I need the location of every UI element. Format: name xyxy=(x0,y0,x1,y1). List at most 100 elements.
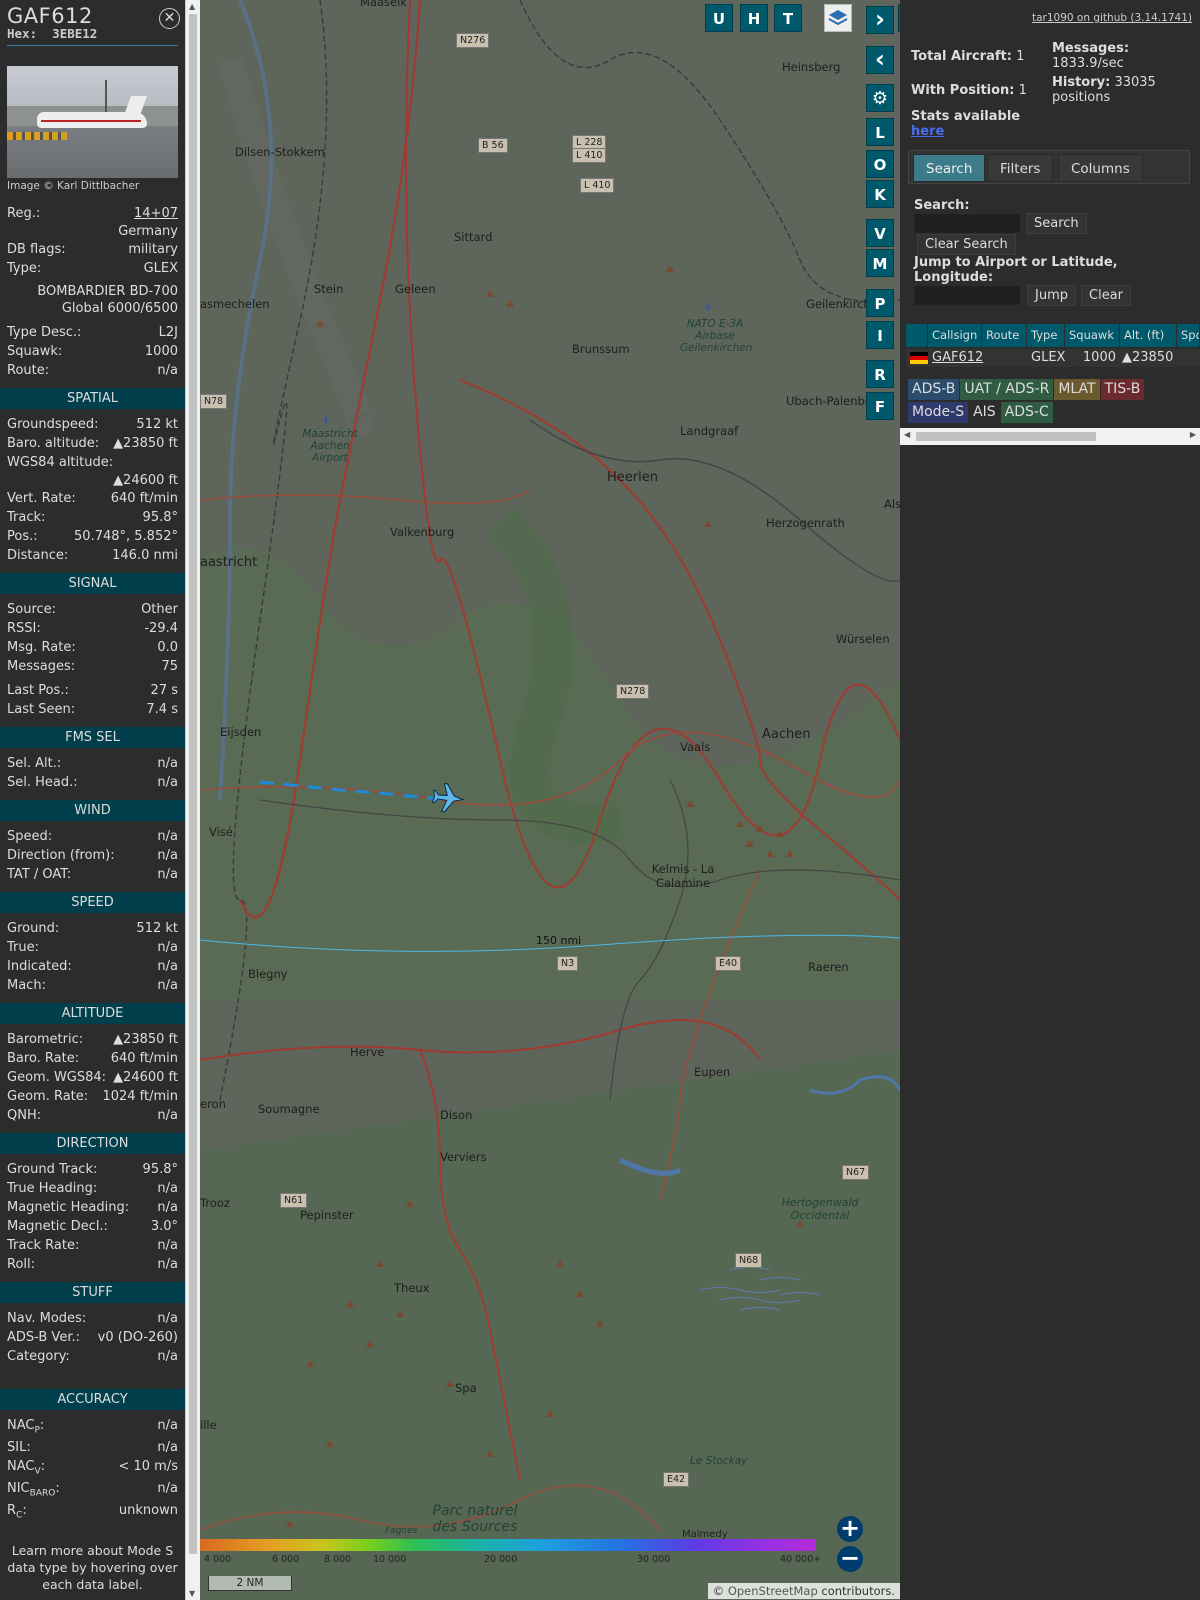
nacp-label: NACP: xyxy=(7,1418,45,1436)
place-eron: eron xyxy=(200,1097,226,1111)
map-button-i[interactable]: I xyxy=(866,321,894,349)
row-route xyxy=(982,349,1027,367)
github-link[interactable]: tar1090 on github (3.14.1741) xyxy=(1032,12,1192,24)
header-divider xyxy=(7,45,178,46)
row-squawk: 1000 xyxy=(1082,350,1116,365)
groundspeed-label: Groundspeed: xyxy=(7,417,99,432)
source-value: Other xyxy=(141,602,178,617)
row-type: GLEX xyxy=(1031,350,1066,365)
nav-modes-row: Nav. Modes: n/a xyxy=(0,1309,185,1328)
place-geleen: Geleen xyxy=(395,282,436,296)
column-squawk[interactable]: Squawk xyxy=(1065,324,1120,347)
column-flag[interactable] xyxy=(906,324,928,347)
legend-adsc: ADS-C xyxy=(1000,402,1053,423)
place-raeren: Raeren xyxy=(808,960,849,974)
rc-value: unknown xyxy=(118,1503,178,1518)
ground-track-row: Ground Track: 95.8° xyxy=(0,1160,185,1179)
place-hertogenwald: Hertogenwald Occidental xyxy=(781,1196,859,1222)
map-view[interactable]: ✈ ✈ Maaseik Heinsberg Dilsen-Stokkem Sit… xyxy=(200,0,900,1600)
place-vise: Visé xyxy=(209,825,233,839)
country: Germany xyxy=(118,224,178,239)
column-speed[interactable]: Spd xyxy=(1177,324,1200,347)
place-als: Als xyxy=(884,497,900,511)
legend-uat-adsr: UAT / ADS-R xyxy=(960,379,1054,400)
column-route[interactable]: Route xyxy=(982,324,1027,347)
road-badge: N61 xyxy=(280,1193,308,1208)
chevron-left-icon[interactable]: ‹ xyxy=(866,46,894,74)
road-badge: B 56 xyxy=(478,138,508,153)
reg-link[interactable]: 14+07 xyxy=(134,204,178,223)
true-speed-label: True: xyxy=(7,940,39,955)
map-button-r[interactable]: R xyxy=(866,360,894,388)
position-label: Pos.: xyxy=(7,529,38,544)
tab-filters[interactable]: Filters xyxy=(987,154,1054,182)
sidebar-scroll-thumb[interactable] xyxy=(189,14,197,1554)
clear-button[interactable]: Clear xyxy=(1081,285,1131,306)
road-badge: N276 xyxy=(456,33,490,48)
aircraft-photo[interactable] xyxy=(7,66,178,178)
legend-ais: AIS xyxy=(969,402,1000,423)
messages-row: Messages: 75 xyxy=(0,657,185,676)
jump-input[interactable] xyxy=(914,286,1020,305)
place-vaals: Vaals xyxy=(680,740,711,754)
clear-search-button[interactable]: Clear Search xyxy=(917,234,1016,255)
gear-icon[interactable]: ⚙ xyxy=(866,84,894,112)
sidebar-scrollbar[interactable]: ▲ ▼ xyxy=(185,0,200,1600)
wind-direction-label: Direction (from): xyxy=(7,848,115,863)
roll-value: n/a xyxy=(157,1257,178,1272)
messages-label: Messages: xyxy=(7,659,76,674)
map-button-l[interactable]: L xyxy=(866,118,894,146)
place-maastricht-airport: Maastricht Aachen Airport xyxy=(302,428,358,464)
ground-track-label: Ground Track: xyxy=(7,1162,98,1177)
map-button-p[interactable]: P xyxy=(866,289,894,317)
wind-speed-value: n/a xyxy=(157,829,178,844)
row-callsign[interactable]: GAF612 xyxy=(928,349,983,367)
tab-search[interactable]: Search xyxy=(913,154,986,182)
close-icon[interactable]: ✕ xyxy=(159,8,180,29)
map-button-k[interactable]: K xyxy=(866,180,894,208)
track-value: 95.8° xyxy=(142,510,178,525)
zoom-out-icon[interactable]: − xyxy=(837,1546,863,1572)
ground-speed-value: 512 kt xyxy=(136,921,178,936)
jump-button[interactable]: Jump xyxy=(1027,285,1076,306)
stats-available: Stats available here xyxy=(911,109,1021,139)
magnetic-decl-row: Magnetic Decl.: 3.0° xyxy=(0,1217,185,1236)
zoom-in-icon[interactable]: + xyxy=(837,1516,863,1542)
ground-speed-label: Ground: xyxy=(7,921,60,936)
type-name-2: Global 6000/6500 xyxy=(61,301,178,316)
map-button-h[interactable]: H xyxy=(740,4,768,32)
map-button-v[interactable]: V xyxy=(866,219,894,247)
table-scroll-thumb[interactable] xyxy=(916,432,1096,441)
layers-icon[interactable] xyxy=(824,4,852,32)
wind-speed-label: Speed: xyxy=(7,829,53,844)
nacv-row: NACV: < 10 m/s xyxy=(0,1457,185,1477)
map-button-u[interactable]: U xyxy=(705,4,733,32)
osm-link[interactable]: OpenStreetMap xyxy=(728,1584,818,1598)
search-input[interactable] xyxy=(914,214,1020,233)
baro-rate-label: Baro. Rate: xyxy=(7,1051,80,1066)
stats-link[interactable]: here xyxy=(911,124,944,139)
messages-rate: Messages: 1833.9/sec xyxy=(1052,41,1130,71)
typedesc-row: Type Desc.: L2J xyxy=(0,323,185,342)
chevron-right-icon[interactable]: › xyxy=(866,6,894,34)
map-button-t[interactable]: T xyxy=(774,4,802,32)
messages-value: 75 xyxy=(161,659,178,674)
map-button-m[interactable]: M xyxy=(866,249,894,277)
track-label: Track: xyxy=(7,510,46,525)
sil-row: SIL: n/a xyxy=(0,1438,185,1457)
table-row[interactable]: GAF612 GLEX 1000 ▲23850 xyxy=(906,349,1200,367)
map-button-o[interactable]: O xyxy=(866,150,894,178)
sel-head-row: Sel. Head.: n/a xyxy=(0,773,185,792)
magnetic-heading-value: n/a xyxy=(157,1200,178,1215)
table-horizontal-scrollbar[interactable]: ◀ ▶ xyxy=(900,428,1200,445)
sel-alt-label: Sel. Alt.: xyxy=(7,756,62,771)
column-type[interactable]: Type xyxy=(1027,324,1065,347)
search-button[interactable]: Search xyxy=(1026,213,1087,234)
column-altitude[interactable]: Alt. (ft) xyxy=(1120,324,1177,347)
map-button-f[interactable]: F xyxy=(866,392,894,420)
aircraft-list-panel: tar1090 on github (3.14.1741) Total Airc… xyxy=(900,0,1200,1600)
alt-legend-label: 4 000 xyxy=(204,1554,232,1565)
qnh-label: QNH: xyxy=(7,1108,42,1123)
column-callsign[interactable]: Callsign xyxy=(928,324,982,347)
tab-columns[interactable]: Columns xyxy=(1058,154,1143,182)
